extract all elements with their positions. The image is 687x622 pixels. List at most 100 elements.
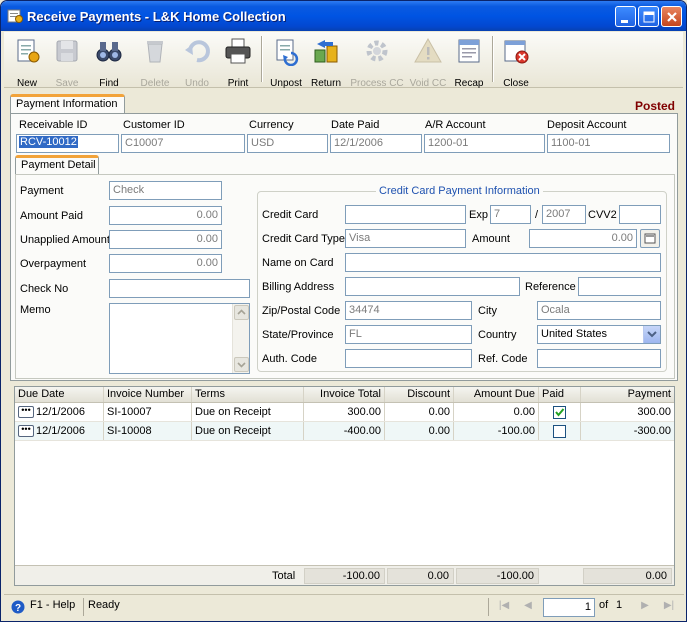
payment-cell[interactable]: 300.00 xyxy=(581,403,674,421)
scroll-down-icon[interactable] xyxy=(234,357,249,372)
delete-button[interactable]: Delete xyxy=(135,34,175,89)
terms-cell[interactable]: Due on Receipt xyxy=(192,403,304,421)
discount-cell[interactable]: 0.00 xyxy=(385,403,454,421)
terms-cell[interactable]: Due on Receipt xyxy=(192,422,304,440)
minimize-button[interactable] xyxy=(615,6,636,27)
receivable-id-label: Receivable ID xyxy=(19,119,88,131)
memo-scrollbar[interactable] xyxy=(232,304,249,373)
tab-payment-detail[interactable]: Payment Detail xyxy=(15,155,99,174)
due-date-cell[interactable]: ••• 12/1/2006 xyxy=(15,403,104,421)
total-payment: 0.00 xyxy=(583,568,672,584)
cvv2-field[interactable] xyxy=(619,205,661,224)
close-window-button[interactable] xyxy=(661,6,682,27)
discount-cell[interactable]: 0.00 xyxy=(385,422,454,440)
void-cc-button[interactable]: Void CC xyxy=(406,34,450,89)
payment-cell[interactable]: -300.00 xyxy=(581,422,674,440)
new-button[interactable]: New xyxy=(8,34,46,89)
title-bar[interactable]: Receive Payments - L&K Home Collection xyxy=(1,1,686,31)
find-button[interactable]: Find xyxy=(90,34,128,89)
currency-field[interactable]: USD xyxy=(247,134,328,153)
undo-button[interactable]: Undo xyxy=(178,34,216,89)
next-page-icon[interactable]: ▶ xyxy=(637,600,653,614)
column-header-amount-due[interactable]: Amount Due xyxy=(454,387,539,402)
column-header-invoice-number[interactable]: Invoice Number xyxy=(104,387,192,402)
paid-checkbox[interactable] xyxy=(553,425,566,438)
maximize-button[interactable] xyxy=(638,6,659,27)
credit-card-type-field[interactable]: Visa xyxy=(345,229,466,248)
exp-year-field[interactable]: 2007 xyxy=(542,205,586,224)
table-row[interactable]: ••• 12/1/2006 SI-10007 Due on Receipt 300… xyxy=(15,403,674,422)
return-button[interactable]: Return xyxy=(307,34,345,89)
paid-cell[interactable] xyxy=(539,422,581,440)
state-label: State/Province xyxy=(262,329,334,341)
unpost-button[interactable]: Unpost xyxy=(266,34,306,89)
column-header-paid[interactable]: Paid xyxy=(539,387,581,402)
amount-due-cell[interactable]: 0.00 xyxy=(454,403,539,421)
amount-due-cell[interactable]: -100.00 xyxy=(454,422,539,440)
save-disk-icon xyxy=(56,40,78,62)
customer-id-field[interactable]: C10007 xyxy=(121,134,245,153)
invoice-number-cell[interactable]: SI-10007 xyxy=(104,403,192,421)
credit-card-legend: Credit Card Payment Information xyxy=(379,185,540,197)
column-header-terms[interactable]: Terms xyxy=(192,387,304,402)
unpost-icon xyxy=(276,39,299,67)
reference-label: Reference xyxy=(525,281,576,293)
unapplied-amount-field[interactable]: 0.00 xyxy=(109,230,222,249)
paid-checkbox[interactable] xyxy=(553,406,566,419)
memo-textarea[interactable] xyxy=(109,303,250,374)
overpayment-field[interactable]: 0.00 xyxy=(109,254,222,273)
column-header-due-date[interactable]: Due Date xyxy=(15,387,104,402)
total-amount-due: -100.00 xyxy=(456,568,539,584)
money-return-icon xyxy=(314,40,338,63)
invoice-total-cell[interactable]: -400.00 xyxy=(304,422,385,440)
page-count: 1 xyxy=(616,599,623,611)
date-paid-field[interactable]: 12/1/2006 xyxy=(330,134,422,153)
ar-account-field[interactable]: 1200-01 xyxy=(424,134,545,153)
page-number-input[interactable]: 1 xyxy=(543,598,595,617)
calculator-button[interactable] xyxy=(640,229,660,248)
name-on-card-field[interactable] xyxy=(345,253,661,272)
close-button[interactable]: Close xyxy=(497,34,535,89)
last-page-icon[interactable]: ▶| xyxy=(661,600,677,614)
deposit-account-field[interactable]: 1100-01 xyxy=(547,134,670,153)
tab-payment-information[interactable]: Payment Information xyxy=(10,94,125,113)
payment-method-field[interactable]: Check xyxy=(109,181,222,200)
amount-paid-field[interactable]: 0.00 xyxy=(109,206,222,225)
check-no-field[interactable] xyxy=(109,279,250,298)
city-label: City xyxy=(478,305,497,317)
new-document-icon xyxy=(17,39,40,63)
column-header-invoice-total[interactable]: Invoice Total xyxy=(304,387,385,402)
zip-field[interactable]: 34474 xyxy=(345,301,472,320)
help-icon[interactable]: ? xyxy=(11,600,25,614)
city-field[interactable]: Ocala xyxy=(537,301,661,320)
country-select[interactable]: United States xyxy=(537,325,661,344)
ellipsis-button-icon[interactable]: ••• xyxy=(18,406,34,419)
printer-icon xyxy=(225,38,251,64)
invoice-total-cell[interactable]: 300.00 xyxy=(304,403,385,421)
ref-code-field[interactable] xyxy=(537,349,661,368)
auth-code-field[interactable] xyxy=(345,349,472,368)
print-button[interactable]: Print xyxy=(219,34,257,89)
table-row[interactable]: ••• 12/1/2006 SI-10008 Due on Receipt -40… xyxy=(15,422,674,441)
state-field[interactable]: FL xyxy=(345,325,472,344)
chevron-down-icon[interactable] xyxy=(643,326,660,343)
exp-month-field[interactable]: 7 xyxy=(490,205,531,224)
scroll-up-icon[interactable] xyxy=(234,305,249,320)
reference-field[interactable] xyxy=(578,277,661,296)
invoice-number-cell[interactable]: SI-10008 xyxy=(104,422,192,440)
recap-button[interactable]: Recap xyxy=(450,34,488,89)
previous-page-icon[interactable]: ◀ xyxy=(520,600,536,614)
ellipsis-button-icon[interactable]: ••• xyxy=(18,425,34,438)
due-date-cell[interactable]: ••• 12/1/2006 xyxy=(15,422,104,440)
paid-cell[interactable] xyxy=(539,403,581,421)
help-hint[interactable]: F1 - Help xyxy=(30,599,75,611)
first-page-icon[interactable]: |◀ xyxy=(496,600,512,614)
process-cc-button[interactable]: Process CC xyxy=(349,34,405,89)
credit-card-field[interactable] xyxy=(345,205,466,224)
column-header-payment[interactable]: Payment xyxy=(581,387,674,402)
receivable-id-field[interactable]: RCV-10012 xyxy=(16,134,119,153)
cc-amount-field[interactable]: 0.00 xyxy=(529,229,637,248)
column-header-discount[interactable]: Discount xyxy=(385,387,454,402)
save-button[interactable]: Save xyxy=(48,34,86,89)
billing-address-field[interactable] xyxy=(345,277,520,296)
